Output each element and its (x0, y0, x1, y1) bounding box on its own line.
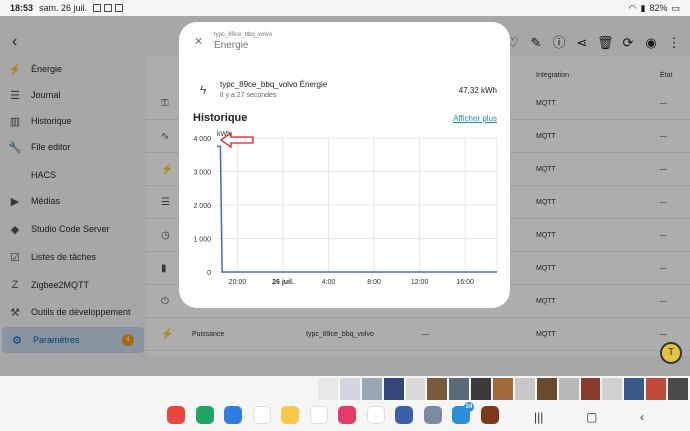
status-time: 18:53 (10, 3, 34, 13)
messages-icon[interactable] (224, 406, 242, 424)
status-date: sam. 26 juil. (39, 3, 88, 13)
app-badge: 24 (464, 402, 474, 412)
gmail-icon[interactable] (252, 406, 271, 424)
y-tick-label: 1 000 (193, 237, 211, 244)
thumbnail[interactable] (449, 378, 470, 400)
screen: 18:53 sam. 26 juil. ◠ ▮ 82% ▭ ‹ ♡ ✎ ⓘ ⋖ … (0, 0, 690, 431)
image-icon (93, 4, 102, 12)
notification-icons (93, 4, 124, 12)
wifi-icon: ◠ (628, 2, 637, 13)
thumbnail[interactable] (493, 378, 513, 400)
lightning-icon: ϟ (200, 83, 207, 97)
flipboard-icon[interactable] (167, 406, 185, 424)
home-assistant-icon (115, 4, 124, 12)
battery-level: 82% (649, 3, 668, 13)
thumbnail[interactable] (580, 378, 601, 400)
apps-grid-icon[interactable] (423, 406, 442, 424)
y-tick-label: 2 000 (193, 203, 211, 210)
x-tick-label: 8:00 (367, 279, 381, 286)
entity-name: typc_89ce_bbq_volvo Énergie (220, 80, 328, 89)
phone-icon[interactable] (195, 406, 214, 424)
signal-icon: ▮ (640, 2, 646, 13)
recent-apps-icon[interactable]: ||| (534, 410, 543, 424)
x-tick-label: 16:00 (456, 279, 474, 286)
thumbnail[interactable] (668, 378, 688, 400)
x-tick-label: 26 juil. (272, 279, 294, 286)
thumbnail[interactable] (427, 378, 448, 400)
app-dock: 24 ||| ▢ ‹ (0, 402, 690, 431)
thumbnail[interactable] (558, 378, 579, 400)
calendar-icon[interactable] (366, 406, 385, 424)
x-tick-label: 20:00 (229, 279, 247, 286)
thumbnail[interactable] (624, 378, 645, 400)
thumbnail[interactable] (339, 378, 360, 400)
plus-box-icon (104, 4, 113, 12)
entity-state-row: ϟ typc_89ce_bbq_volvo Énergie Il y a 27 … (179, 74, 510, 104)
battery-icon: ▭ (671, 2, 680, 13)
thumbnail[interactable] (383, 378, 404, 400)
entity-dialog: ✕ typc_89ce_bbq_volvo Énergie ϟ typc_89c… (179, 22, 510, 308)
thumbnail[interactable] (514, 378, 535, 400)
status-right: ◠ ▮ 82% ▭ (629, 3, 680, 14)
thumbnail[interactable] (361, 378, 382, 400)
y-tick-label: 0 (207, 270, 211, 277)
thumbnail[interactable] (471, 378, 491, 400)
chrome-icon[interactable] (309, 406, 328, 424)
close-icon[interactable]: ✕ (194, 35, 203, 48)
recent-thumbnails[interactable] (318, 378, 688, 400)
back-icon[interactable]: ‹ (640, 410, 644, 424)
camera-icon[interactable] (338, 406, 356, 424)
text-recognition-button[interactable]: T (660, 342, 682, 364)
entity-last-changed: Il y a 27 secondes (220, 92, 277, 99)
history-chart: 0 1 000 2 000 3 000 4 000 20:00 26 juil. 4:00 8:… (193, 131, 498, 286)
x-tick-label: 12:00 (411, 279, 429, 286)
status-bar: 18:53 sam. 26 juil. ◠ ▮ 82% ▭ (0, 0, 690, 16)
x-tick-label: 4:00 (322, 279, 336, 286)
dialog-title: Énergie (214, 40, 249, 51)
store-icon[interactable]: 24 (452, 402, 474, 424)
thumbnail[interactable] (536, 378, 557, 400)
show-more-link[interactable]: Afficher plus (453, 114, 497, 123)
notes-icon[interactable] (281, 406, 299, 424)
y-tick-label: 4 000 (193, 136, 211, 143)
y-tick-label: 3 000 (193, 170, 211, 177)
dialog-breadcrumb: typc_89ce_bbq_volvo (214, 32, 273, 38)
thumbnail[interactable] (602, 378, 623, 400)
home-icon[interactable]: ▢ (586, 410, 597, 424)
history-title: Historique (193, 112, 248, 124)
thumbnail[interactable] (318, 378, 338, 400)
thumbnail[interactable] (405, 378, 426, 400)
settings-icon[interactable] (395, 406, 413, 424)
series-line (217, 145, 497, 273)
entity-value: 47,32 kWh (458, 86, 497, 95)
game-icon[interactable] (480, 406, 499, 424)
thumbnail[interactable] (646, 378, 666, 400)
